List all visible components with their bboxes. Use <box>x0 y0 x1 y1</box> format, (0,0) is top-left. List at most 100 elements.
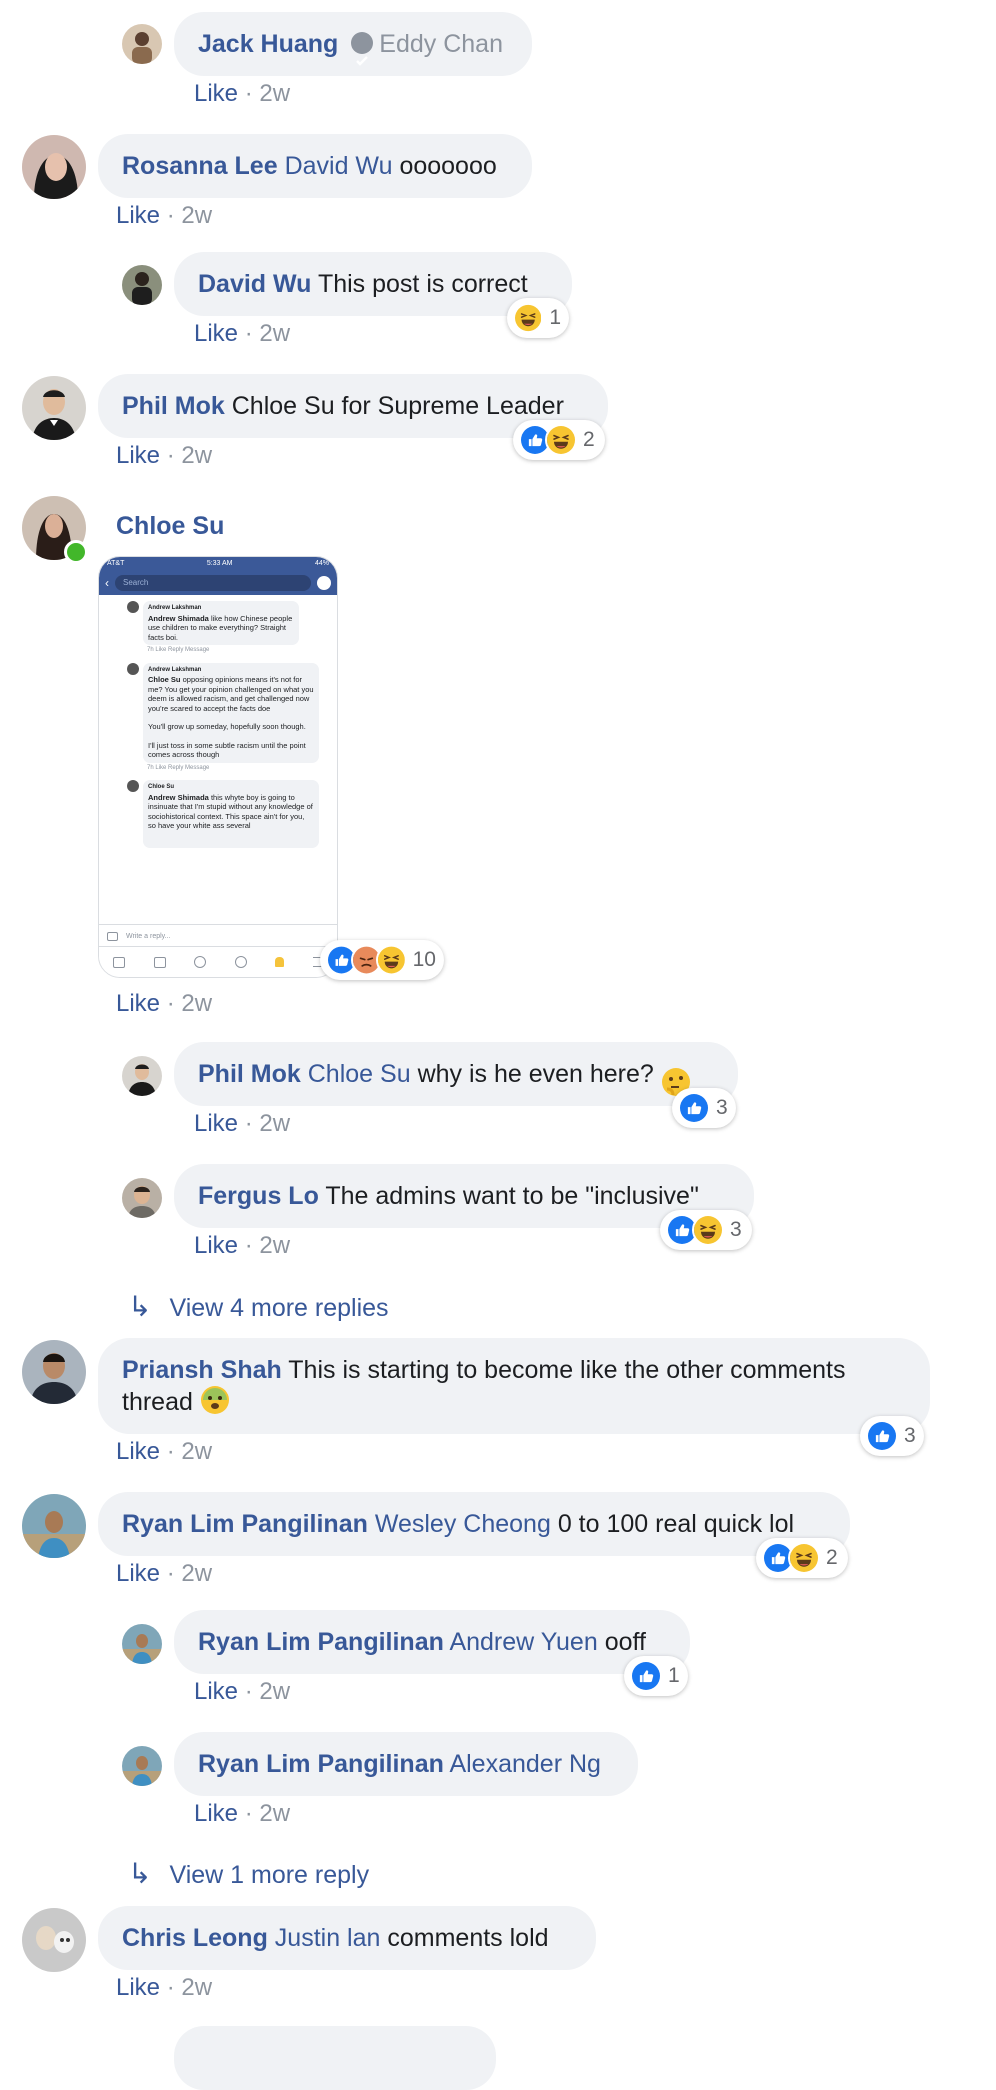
like-link[interactable]: Like <box>116 202 160 229</box>
timestamp[interactable]: 2w <box>259 1678 290 1705</box>
mention-link[interactable]: Wesley Cheong <box>375 1510 551 1538</box>
screenshot-status-bar: AT&T 5:33 AM 44% <box>99 557 337 571</box>
like-link[interactable]: Like <box>194 1110 238 1137</box>
reaction-count: 3 <box>730 1218 742 1241</box>
avatar[interactable] <box>122 24 162 64</box>
reaction-summary[interactable]: 1 <box>624 1656 688 1696</box>
avatar[interactable] <box>122 1746 162 1786</box>
commenter-name[interactable]: Fergus Lo <box>198 1182 319 1210</box>
reaction-count: 3 <box>716 1096 728 1119</box>
timestamp[interactable]: 2w <box>181 202 212 229</box>
commenter-name[interactable]: Ryan Lim Pangilinan <box>198 1750 444 1778</box>
like-link[interactable]: Like <box>116 1974 160 2001</box>
reply-arrow-icon: ↳ <box>128 1291 152 1322</box>
commenter-name[interactable]: Chloe Su <box>116 512 224 541</box>
commenter-name[interactable]: Phil Mok <box>122 392 225 420</box>
like-link[interactable]: Like <box>194 1678 238 1705</box>
status-carrier: AT&T <box>107 560 125 567</box>
commenter-name[interactable]: Rosanna Lee <box>122 152 278 180</box>
avatar[interactable] <box>22 135 86 199</box>
attached-screenshot-image[interactable]: AT&T 5:33 AM 44% ‹ Search Andrew Lakshma… <box>98 556 338 978</box>
like-link[interactable]: Like <box>194 1800 238 1827</box>
like-reaction-icon <box>630 1660 662 1692</box>
screenshot-tab-bar <box>99 946 337 977</box>
like-link[interactable]: Like <box>194 1232 238 1259</box>
comment-bubble: Rosanna Lee David Wu ooooooo <box>98 134 532 198</box>
like-link[interactable]: Like <box>116 442 160 469</box>
comment-bubble: Ryan Lim Pangilinan Andrew Yuen ooff <box>174 1610 690 1674</box>
timestamp[interactable]: 2w <box>259 1800 290 1827</box>
view-more-replies-link[interactable]: ↳ View 4 more replies <box>128 1290 389 1323</box>
reply-arrow-icon: ↳ <box>128 1858 152 1889</box>
status-time: 5:33 AM <box>206 560 233 567</box>
view-more-label[interactable]: View 1 more reply <box>169 1861 369 1889</box>
comment-bubble: Phil Mok Chloe Su why is he even here? <box>174 1042 738 1106</box>
reaction-summary[interactable]: 2 <box>513 420 605 460</box>
mention-link[interactable]: Justin lan <box>275 1924 381 1952</box>
avatar[interactable] <box>122 1056 162 1096</box>
mention-link[interactable]: Chloe Su <box>308 1060 411 1088</box>
reply-placeholder: Write a reply... <box>126 932 171 940</box>
haha-reaction-icon <box>692 1214 724 1246</box>
reaction-count: 10 <box>412 948 436 971</box>
online-status-indicator <box>64 540 88 564</box>
avatar[interactable] <box>122 1624 162 1664</box>
mini-group-label: Andrew Lakshman <box>148 605 202 611</box>
commenter-name[interactable]: David Wu <box>198 270 311 298</box>
like-link[interactable]: Like <box>194 320 238 347</box>
reaction-summary[interactable]: 1 <box>507 298 569 338</box>
timestamp[interactable]: 2w <box>181 1974 212 2001</box>
like-link[interactable]: Like <box>194 80 238 107</box>
avatar[interactable] <box>22 376 86 440</box>
timestamp[interactable]: 2w <box>259 320 290 347</box>
commenter-name[interactable]: Ryan Lim Pangilinan <box>198 1628 444 1656</box>
avatar[interactable] <box>122 1178 162 1218</box>
avatar[interactable] <box>122 265 162 305</box>
mini-name: Chloe Su <box>148 675 181 684</box>
commenter-name[interactable]: Priansh Shah <box>122 1356 282 1384</box>
avatar[interactable] <box>22 1494 86 1558</box>
timestamp[interactable]: 2w <box>259 1110 290 1137</box>
timestamp[interactable]: 2w <box>181 990 212 1017</box>
mention-link[interactable]: Eddy Chan <box>379 30 503 58</box>
check-icon <box>351 32 374 67</box>
mention-link[interactable]: David Wu <box>285 152 393 180</box>
timestamp[interactable]: 2w <box>259 1232 290 1259</box>
timestamp[interactable]: 2w <box>181 1438 212 1465</box>
commenter-name[interactable]: Ryan Lim Pangilinan <box>122 1510 368 1538</box>
timestamp[interactable]: 2w <box>181 442 212 469</box>
reaction-summary[interactable]: 10 <box>320 940 444 980</box>
like-link[interactable]: Like <box>116 990 160 1017</box>
commenter-name[interactable]: Chris Leong <box>122 1924 268 1952</box>
mini-comment-bubble: Chloe Su Andrew Shimada this whyte boy i… <box>143 780 319 848</box>
thinking-face-emoji-icon <box>661 1057 691 1097</box>
avatar[interactable] <box>22 1908 86 1972</box>
mention-link[interactable]: Alexander Ng <box>449 1750 600 1778</box>
reaction-summary[interactable]: 2 <box>756 1538 848 1578</box>
mention-link[interactable]: Andrew Yuen <box>449 1628 597 1656</box>
timestamp[interactable]: 2w <box>259 80 290 107</box>
timestamp[interactable]: 2w <box>181 1560 212 1587</box>
view-more-label[interactable]: View 4 more replies <box>169 1294 388 1322</box>
comment-meta: Like · 2w <box>194 320 291 347</box>
like-link[interactable]: Like <box>116 1560 160 1587</box>
mini-text: I'll just toss in some subtle racism unt… <box>148 740 306 760</box>
like-link[interactable]: Like <box>116 1438 160 1465</box>
commenter-name[interactable]: Phil Mok <box>198 1060 301 1088</box>
mini-name: Andrew Shimada <box>148 792 209 802</box>
mini-text: You'll grow up someday, hopefully soon t… <box>148 722 306 731</box>
comment-meta: Like · 2w <box>194 80 291 107</box>
comment-text: ooooooo <box>399 152 497 180</box>
profile-icon <box>194 956 207 968</box>
reaction-summary[interactable]: 3 <box>860 1416 924 1456</box>
reaction-summary[interactable]: 3 <box>660 1210 752 1250</box>
reaction-count: 1 <box>668 1664 680 1687</box>
commenter-name[interactable]: Jack Huang <box>198 30 338 58</box>
mini-comment-bubble: Andrew Lakshman Andrew Shimada like how … <box>143 601 299 645</box>
avatar[interactable] <box>22 1340 86 1404</box>
screenshot-search-field: Search <box>115 575 311 591</box>
view-more-replies-link[interactable]: ↳ View 1 more reply <box>128 1857 369 1890</box>
reaction-summary[interactable]: 3 <box>672 1088 736 1128</box>
comment-bubble: Priansh Shah This is starting to become … <box>98 1338 930 1434</box>
status-battery: 44% <box>314 560 329 567</box>
